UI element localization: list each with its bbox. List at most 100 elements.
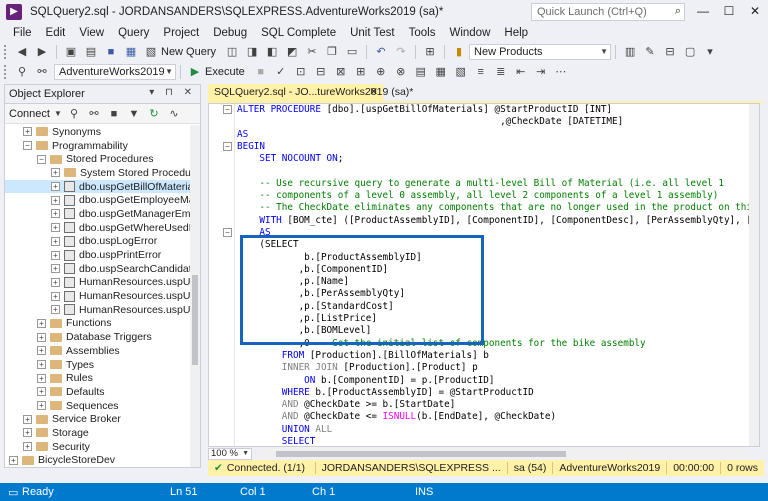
database-combo[interactable]: AdventureWorks2019 ▼ <box>54 64 176 80</box>
maximize-button[interactable]: ☐ <box>716 0 742 24</box>
expand-icon[interactable]: + <box>51 264 60 274</box>
outdent-icon[interactable]: ⇤ <box>513 64 529 80</box>
expand-icon[interactable]: + <box>51 236 60 246</box>
tree-item[interactable]: + HumanResources.uspUpdateE <box>5 289 191 303</box>
menu-edit[interactable]: Edit <box>39 27 73 39</box>
code-line[interactable]: BEGIN <box>237 141 751 153</box>
tree-item[interactable]: + Database Triggers <box>5 330 191 344</box>
expand-icon[interactable]: + <box>51 305 60 315</box>
expand-icon[interactable]: + <box>51 182 60 192</box>
paste-icon[interactable]: ▭ <box>344 44 360 60</box>
cancel-query-icon[interactable]: ■ <box>253 64 269 80</box>
include-plan-icon[interactable]: ⊞ <box>353 64 369 80</box>
expand-icon[interactable]: + <box>51 277 60 287</box>
query-options-icon[interactable]: ⊟ <box>313 64 329 80</box>
menu-debug[interactable]: Debug <box>206 27 254 39</box>
tree-item[interactable]: − Stored Procedures <box>5 152 191 166</box>
tree-item[interactable]: + dbo.uspPrintError <box>5 248 191 262</box>
toolbar-grip[interactable] <box>4 65 8 79</box>
menu-view[interactable]: View <box>72 27 111 39</box>
scrollbar-thumb[interactable] <box>276 450 566 457</box>
menu-sql-complete[interactable]: SQL Complete <box>254 27 343 39</box>
collapse-icon[interactable]: − <box>223 105 232 114</box>
filter-icon[interactable]: ▼ <box>126 106 142 122</box>
code-line[interactable]: -- Use recursive query to generate a mul… <box>237 178 751 190</box>
client-stats-icon[interactable]: ⊗ <box>393 64 409 80</box>
intellisense-icon[interactable]: ⊠ <box>333 64 349 80</box>
tree-item[interactable]: + dbo.uspLogError <box>5 235 191 249</box>
expand-icon[interactable]: + <box>23 414 32 424</box>
xmla-query-icon[interactable]: ◩ <box>284 44 300 60</box>
specify-values-icon[interactable]: ⋯ <box>553 64 569 80</box>
expand-icon[interactable]: + <box>37 373 46 383</box>
minimize-button[interactable]: — <box>690 0 716 24</box>
open-file-icon[interactable]: ▤ <box>83 44 99 60</box>
code-line[interactable]: AND @CheckDate <= ISNULL(b.[EndDate], @C… <box>237 411 751 423</box>
expand-icon[interactable]: + <box>9 455 18 465</box>
code-line[interactable]: AS <box>237 129 751 141</box>
window-layout-icon[interactable]: ▢ <box>682 44 698 60</box>
copy-icon[interactable]: ❐ <box>324 44 340 60</box>
connect-icon[interactable]: ⚲ <box>14 64 30 80</box>
collapse-icon[interactable]: − <box>223 228 232 237</box>
save-icon[interactable]: ■ <box>103 44 119 60</box>
expand-icon[interactable]: + <box>51 168 60 178</box>
close-window-button[interactable]: ✕ <box>742 0 768 24</box>
toolbox-icon[interactable]: ⊟ <box>662 44 678 60</box>
menu-window[interactable]: Window <box>442 27 497 39</box>
parse-icon[interactable]: ✓ <box>273 64 289 80</box>
wrench-icon[interactable]: ✎ <box>642 44 658 60</box>
expand-icon[interactable]: + <box>51 223 60 233</box>
toolbar-options-icon[interactable]: ▾ <box>702 44 718 60</box>
tree-item[interactable]: + dbo.uspGetEmployeeManage <box>5 193 191 207</box>
quick-launch-input[interactable]: Quick Launch (Ctrl+Q) ⌕ <box>531 3 685 21</box>
execute-icon[interactable]: ▶ <box>187 64 203 80</box>
panel-window-buttons[interactable]: ▾ ⊓ ✕ <box>149 87 196 98</box>
tree-item[interactable]: + Types <box>5 358 191 372</box>
tree-item[interactable]: + HumanResources.uspUpdateE <box>5 303 191 317</box>
tree-item[interactable]: + dbo.uspSearchCandidateResu <box>5 262 191 276</box>
tree-item[interactable]: + Functions <box>5 317 191 331</box>
forward-icon[interactable]: ▶ <box>34 44 50 60</box>
refresh-icon[interactable]: ↻ <box>146 106 162 122</box>
collapse-icon[interactable]: − <box>37 154 46 164</box>
code-line[interactable]: -- components of a level 0 assembly, all… <box>237 190 751 202</box>
new-project-icon[interactable]: ▣ <box>63 44 79 60</box>
expand-icon[interactable]: + <box>37 401 46 411</box>
code-line[interactable]: SELECT <box>237 436 751 446</box>
indent-icon[interactable]: ⇥ <box>533 64 549 80</box>
zoom-combo[interactable]: 100 % ▼ <box>208 447 252 460</box>
code-line[interactable]: ,@CheckDate [DATETIME] <box>237 116 751 128</box>
menu-help[interactable]: Help <box>497 27 535 39</box>
cut-icon[interactable]: ✂ <box>304 44 320 60</box>
code-line[interactable]: ALTER PROCEDURE [dbo].[uspGetBillOfMater… <box>237 104 751 116</box>
close-icon[interactable]: ✕ <box>369 84 378 101</box>
save-all-icon[interactable]: ▦ <box>123 44 139 60</box>
disconnect-icon[interactable]: ⚯ <box>86 106 102 122</box>
expand-icon[interactable]: + <box>37 318 46 328</box>
code-line[interactable]: FROM [Production].[BillOfMaterials] b <box>237 350 751 362</box>
tree-item[interactable]: + Synonyms <box>5 125 191 139</box>
database-query-icon[interactable]: ◫ <box>224 44 240 60</box>
code-line[interactable]: WITH [BOM_cte] ([ProductAssemblyID], [Co… <box>237 215 759 227</box>
tree-item[interactable]: + Service Broker <box>5 412 191 426</box>
uncomment-icon[interactable]: ≣ <box>493 64 509 80</box>
expand-icon[interactable]: + <box>51 291 60 301</box>
editor-vertical-scrollbar[interactable] <box>749 104 759 446</box>
expand-icon[interactable]: + <box>51 209 60 219</box>
collapse-icon[interactable]: − <box>223 142 232 151</box>
editor-horizontal-scrollbar[interactable] <box>258 448 748 459</box>
expand-icon[interactable]: + <box>23 127 32 137</box>
connect-dropdown[interactable]: Connect <box>9 108 50 120</box>
new-query-button[interactable]: New Query <box>161 46 216 58</box>
tree-item[interactable]: + Assemblies <box>5 344 191 358</box>
new-query-icon[interactable]: ▧ <box>143 44 159 60</box>
execute-button[interactable]: Execute <box>205 66 245 78</box>
scrollbar-thumb[interactable] <box>192 275 198 365</box>
change-connection-icon[interactable]: ⚯ <box>34 64 50 80</box>
tree-item[interactable]: + dbo.uspGetBillOfMaterials <box>5 179 191 194</box>
menu-file[interactable]: File <box>6 27 39 39</box>
expand-icon[interactable]: + <box>37 360 46 370</box>
tree-item[interactable]: + Storage <box>5 426 191 440</box>
live-stats-icon[interactable]: ⊕ <box>373 64 389 80</box>
